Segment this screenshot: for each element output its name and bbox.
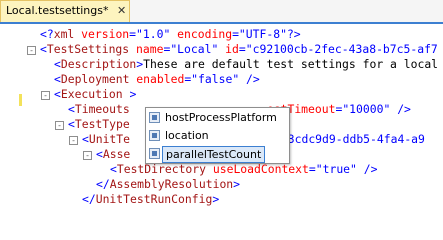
- code-line[interactable]: <?xml version="1.0" encoding="UTF-8"?>: [0, 27, 443, 42]
- code-line-text: <Execution >: [54, 87, 136, 102]
- code-line[interactable]: <TestSettings name="Local" id="c92100cb-…: [0, 42, 443, 57]
- code-line-text: <TestType: [68, 117, 130, 132]
- code-line-text: <TestSettings name="Local" id="c92100cb-…: [40, 42, 438, 57]
- code-token: />: [239, 72, 260, 86]
- code-token: <: [68, 117, 75, 131]
- code-token: />: [356, 162, 378, 176]
- fold-toggle-icon[interactable]: -: [69, 136, 78, 145]
- code-token: id: [218, 42, 239, 56]
- code-token: =: [308, 162, 316, 176]
- code-token: <: [110, 162, 117, 176]
- code-token: <: [54, 87, 61, 101]
- code-line[interactable]: <TestDirectory useLoadContext="true" />: [0, 162, 443, 177]
- attribute-icon: [149, 112, 160, 123]
- code-token: "c92100cb-2fec-43a8-b7c5-af7: [245, 42, 438, 56]
- code-token: name: [129, 42, 164, 56]
- code-token: <?: [40, 27, 54, 41]
- attribute-icon: [149, 130, 160, 141]
- code-token: >: [122, 87, 137, 101]
- code-token: <: [54, 57, 61, 71]
- code-token: Deployment: [60, 72, 130, 86]
- code-line[interactable]: <Execution > -: [0, 87, 443, 102]
- code-token: "10000": [342, 102, 391, 116]
- code-token: TestSettings: [46, 42, 130, 56]
- fold-toggle-icon[interactable]: -: [55, 121, 64, 130]
- code-token: version: [74, 27, 130, 41]
- code-line-text: <?xml version="1.0" encoding="UTF-8"?>: [40, 27, 301, 42]
- code-token: =: [232, 27, 239, 41]
- code-line[interactable]: <Description>These are default test sett…: [0, 57, 443, 72]
- fold-toggle-icon[interactable]: -: [83, 151, 92, 160]
- code-token: "1.0": [136, 27, 171, 41]
- code-token: </: [96, 177, 110, 191]
- completion-item[interactable]: location: [147, 127, 288, 145]
- document-tab[interactable]: Local.testsettings* ✕: [0, 0, 130, 22]
- code-token: <: [40, 42, 47, 56]
- completion-item-label: parallelTestCount: [162, 146, 266, 163]
- code-token: ?>: [286, 27, 301, 41]
- code-token: "true": [315, 162, 357, 176]
- code-token: <: [54, 72, 61, 86]
- code-token: AssemblyResolution: [109, 177, 234, 191]
- code-token: =: [238, 42, 246, 56]
- code-token: <: [82, 132, 89, 146]
- tab-title: Local.testsettings*: [6, 4, 109, 17]
- code-token: enabled: [129, 72, 185, 86]
- completion-popup[interactable]: hostProcessPlatform location parallelTestC…: [145, 107, 290, 164]
- code-line-text: <Asse: [96, 147, 130, 162]
- code-token: "UTF-8": [238, 27, 287, 41]
- fold-toggle-icon[interactable]: -: [41, 91, 50, 100]
- code-token: UnitTestRunConfig: [95, 192, 213, 206]
- code-token: TestDirectory: [116, 162, 207, 176]
- code-line[interactable]: <Deployment enabled="false" />: [0, 72, 443, 87]
- code-token: <: [96, 147, 103, 161]
- code-token: "false": [191, 72, 240, 86]
- attribute-icon: [149, 148, 160, 159]
- code-line[interactable]: </UnitTestRunConfig>: [0, 192, 443, 207]
- code-token: "Local": [170, 42, 219, 56]
- code-line-text: <Description>These are default test sett…: [54, 57, 438, 72]
- code-token: UnitTe: [88, 132, 131, 146]
- code-token: =: [129, 27, 137, 41]
- completion-item[interactable]: parallelTestCount: [147, 145, 288, 163]
- code-token: </: [82, 192, 96, 206]
- fold-toggle-icon[interactable]: -: [27, 46, 36, 55]
- code-token: These are default test settings for a lo…: [143, 57, 439, 71]
- completion-item[interactable]: hostProcessPlatform: [147, 109, 288, 127]
- completion-item-label: location: [165, 129, 209, 142]
- code-token: Asse: [102, 147, 131, 161]
- completion-item-label: hostProcessPlatform: [165, 111, 277, 124]
- code-line[interactable]: </AssemblyResolution>: [0, 177, 443, 192]
- code-token: TestType: [74, 117, 130, 131]
- code-token: encoding: [170, 27, 233, 41]
- code-token: "13cdc9d9-ddb5-4fa4-a9: [274, 132, 425, 146]
- code-token: />: [390, 102, 411, 116]
- code-line-text: </AssemblyResolution>: [96, 177, 240, 192]
- code-line-text: </UnitTestRunConfig>: [82, 192, 219, 207]
- code-token: Description: [60, 57, 137, 71]
- code-token: Execution: [60, 87, 123, 101]
- code-line-text: <TestDirectory useLoadContext="true" />: [110, 162, 377, 177]
- document-tab-strip: Local.testsettings* ✕: [0, 0, 443, 24]
- code-line-text: <Deployment enabled="false" />: [54, 72, 260, 87]
- code-token: xml: [53, 27, 75, 41]
- close-icon[interactable]: ✕: [117, 1, 126, 21]
- code-token: >: [212, 192, 220, 206]
- code-token: >: [233, 177, 241, 191]
- code-token: useLoadContext: [206, 162, 309, 176]
- code-token: <: [68, 102, 75, 116]
- code-token: Timeouts: [74, 102, 130, 116]
